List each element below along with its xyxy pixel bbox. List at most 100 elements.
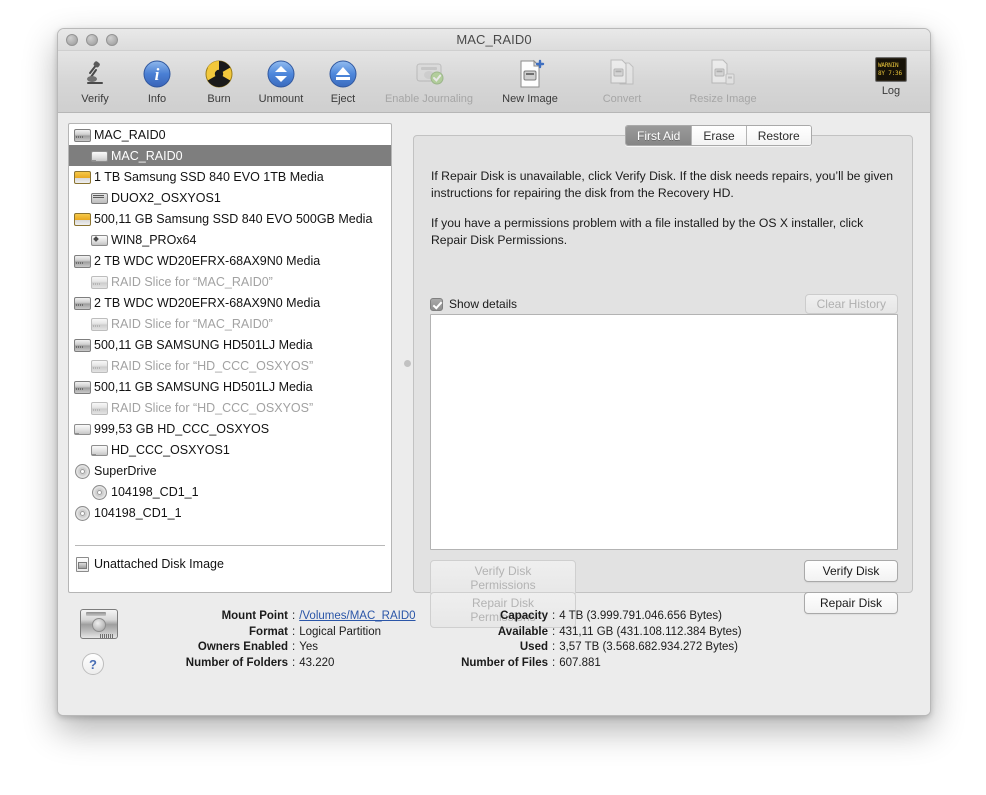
- tab-first-aid[interactable]: First Aid: [626, 126, 693, 145]
- device-list-row[interactable]: 1 TB Samsung SSD 840 EVO 1TB Media: [69, 166, 391, 187]
- device-list-row-label: 2 TB WDC WD20EFRX-68AX9N0 Media: [94, 295, 321, 310]
- log-output-textarea[interactable]: [430, 314, 898, 550]
- hdd-icon: [91, 317, 108, 331]
- show-details-checkbox-group[interactable]: Show details: [430, 297, 517, 311]
- disk-info-key: Number of Folders: [185, 656, 288, 669]
- disk-info-row: Number of Files:607.881: [430, 656, 760, 672]
- disk-info-colon: :: [552, 610, 556, 622]
- hdd-icon: [74, 128, 91, 142]
- ssd-icon: [74, 212, 91, 226]
- disk-info-colon: :: [552, 656, 556, 669]
- list-item-unattached-disk-image[interactable]: Unattached Disk Image: [69, 553, 391, 574]
- tab-bar: First Aid Erase Restore: [625, 125, 812, 146]
- device-list-row[interactable]: 104198_CD1_1: [69, 481, 391, 502]
- toolbar-button-log[interactable]: WARNIN 8Y 7:36 Log: [864, 57, 918, 97]
- mount-point-link[interactable]: /Volumes/MAC_RAID0: [299, 609, 415, 625]
- disk-info-row: Number of Folders:43.220: [118, 656, 428, 672]
- first-aid-panel: First Aid Erase Restore If Repair Disk i…: [413, 125, 913, 628]
- toolbar-label: Unmount: [258, 93, 304, 105]
- disk-info-row: Format: Logical Partition: [118, 625, 428, 641]
- device-list-row[interactable]: RAID Slice for “HD_CCC_OSXYOS”: [69, 397, 391, 418]
- first-aid-instructions: If Repair Disk is unavailable, click Ver…: [431, 168, 895, 262]
- disk-info-left-column: Mount Point:/Volumes/MAC_RAID0 Format: Log…: [118, 609, 428, 671]
- device-list-row[interactable]: HD_CCC_OSXYOS1: [69, 439, 391, 460]
- toolbar-button-burn[interactable]: Burn: [188, 53, 250, 111]
- device-list-row[interactable]: 999,53 GB HD_CCC_OSXYOS: [69, 418, 391, 439]
- toolbar-button-info[interactable]: i Info: [126, 53, 188, 111]
- device-list-row-label: 104198_CD1_1: [94, 505, 182, 520]
- device-list-row[interactable]: RAID Slice for “MAC_RAID0”: [69, 271, 391, 292]
- checkmark-icon[interactable]: [430, 297, 443, 311]
- device-list-row[interactable]: 500,11 GB Samsung SSD 840 EVO 500GB Medi…: [69, 208, 391, 229]
- disk-info-value: Yes: [299, 641, 318, 653]
- device-list-row[interactable]: 500,11 GB SAMSUNG HD501LJ Media: [69, 376, 391, 397]
- device-list-row[interactable]: RAID Slice for “HD_CCC_OSXYOS”: [69, 355, 391, 376]
- disk-utility-window: MAC_RAID0 Verify i Info Burn Unmount Eje…: [57, 28, 931, 716]
- title-bar: MAC_RAID0: [58, 29, 930, 51]
- device-list-panel[interactable]: MAC_RAID0 MAC_RAID0 1 TB Samsung SSD 840 E…: [68, 123, 392, 593]
- win-icon: [91, 233, 108, 246]
- toolbar-button-new-image[interactable]: New Image: [484, 53, 576, 111]
- toolbar-button-eject[interactable]: Eject: [312, 53, 374, 111]
- toolbar-label: Verify: [81, 93, 109, 105]
- toolbar-button-unmount[interactable]: Unmount: [250, 53, 312, 111]
- hdd-icon: [74, 296, 91, 310]
- device-list-row[interactable]: 500,11 GB SAMSUNG HD501LJ Media: [69, 334, 391, 355]
- new-image-icon: [514, 57, 546, 91]
- device-list-row-label: MAC_RAID0: [111, 148, 183, 163]
- device-list-row-label: RAID Slice for “HD_CCC_OSXYOS”: [111, 358, 314, 373]
- device-list-row[interactable]: SuperDrive: [69, 460, 391, 481]
- device-list-row[interactable]: DUOX2_OSXYOS1: [69, 187, 391, 208]
- show-details-label: Show details: [449, 297, 518, 311]
- part-icon: [91, 191, 108, 204]
- verify-disk-button[interactable]: Verify Disk: [804, 560, 898, 582]
- toolbar-button-resize-image[interactable]: Resize Image: [668, 53, 778, 111]
- clear-history-button[interactable]: Clear History: [804, 294, 898, 314]
- device-list-row[interactable]: 104198_CD1_1: [69, 502, 391, 523]
- disk-info-key: Available: [497, 625, 548, 638]
- list-separator: [75, 545, 385, 546]
- device-list-row-label: 104198_CD1_1: [111, 484, 199, 499]
- device-list-row[interactable]: 2 TB WDC WD20EFRX-68AX9N0 Media: [69, 292, 391, 313]
- disk-info-key: Number of Files: [461, 656, 548, 669]
- content-area: MAC_RAID0 MAC_RAID0 1 TB Samsung SSD 840 E…: [58, 113, 930, 715]
- device-list-row[interactable]: 2 TB WDC WD20EFRX-68AX9N0 Media: [69, 250, 391, 271]
- burn-icon: [204, 57, 234, 91]
- vol-icon: [74, 422, 91, 435]
- toolbar-button-enable-journaling[interactable]: Enable Journaling: [374, 53, 484, 111]
- device-list-row[interactable]: WIN8_PROx64: [69, 229, 391, 250]
- disk-info-value: 4 TB (3.999.791.046.656 Bytes): [559, 610, 723, 622]
- journaling-disk-icon: [413, 57, 445, 91]
- device-list-row-label: 500,11 GB Samsung SSD 840 EVO 500GB Medi…: [94, 211, 373, 226]
- disk-info-key: Owners Enabled: [197, 641, 288, 653]
- disk-info-value: Logical Partition: [299, 625, 382, 638]
- disk-info-row: Owners Enabled: Yes: [118, 640, 428, 656]
- hdd-icon: [91, 275, 108, 289]
- device-list-row[interactable]: MAC_RAID0: [69, 124, 391, 145]
- toolbar-button-convert[interactable]: Convert: [576, 53, 668, 111]
- device-list-row-label: 500,11 GB SAMSUNG HD501LJ Media: [94, 337, 313, 352]
- hard-disk-icon: [80, 609, 118, 641]
- hdd-icon: [74, 254, 91, 268]
- splitter-handle-dot[interactable]: [404, 360, 411, 367]
- device-list-row-label: 1 TB Samsung SSD 840 EVO 1TB Media: [94, 169, 324, 184]
- device-list-row[interactable]: MAC_RAID0: [69, 145, 391, 166]
- help-button[interactable]: ?: [82, 653, 104, 675]
- disk-info-key: Used: [519, 641, 548, 653]
- unmount-icon: [266, 57, 296, 91]
- tab-erase[interactable]: Erase: [692, 126, 747, 145]
- device-list-row-label: RAID Slice for “MAC_RAID0”: [111, 274, 273, 289]
- disk-info-value: 3,57 TB (3.568.682.934.272 Bytes): [559, 641, 739, 653]
- toolbar-button-verify[interactable]: Verify: [64, 53, 126, 111]
- tab-restore[interactable]: Restore: [746, 126, 811, 145]
- device-list-row-label: RAID Slice for “MAC_RAID0”: [111, 316, 273, 331]
- disk-info-row: Capacity:4 TB (3.999.791.046.656 Bytes): [430, 609, 760, 625]
- disk-info-row: Available:431,11 GB (431.108.112.384 Byt…: [430, 625, 760, 641]
- hdd-icon: [91, 401, 108, 415]
- device-list-row-label: 2 TB WDC WD20EFRX-68AX9N0 Media: [94, 253, 321, 268]
- info-icon: i: [142, 57, 172, 91]
- verify-disk-permissions-button[interactable]: Verify Disk Permissions: [430, 560, 576, 596]
- device-list-row[interactable]: RAID Slice for “MAC_RAID0”: [69, 313, 391, 334]
- device-list-row-label: DUOX2_OSXYOS1: [111, 190, 221, 205]
- hdd-icon: [74, 338, 91, 352]
